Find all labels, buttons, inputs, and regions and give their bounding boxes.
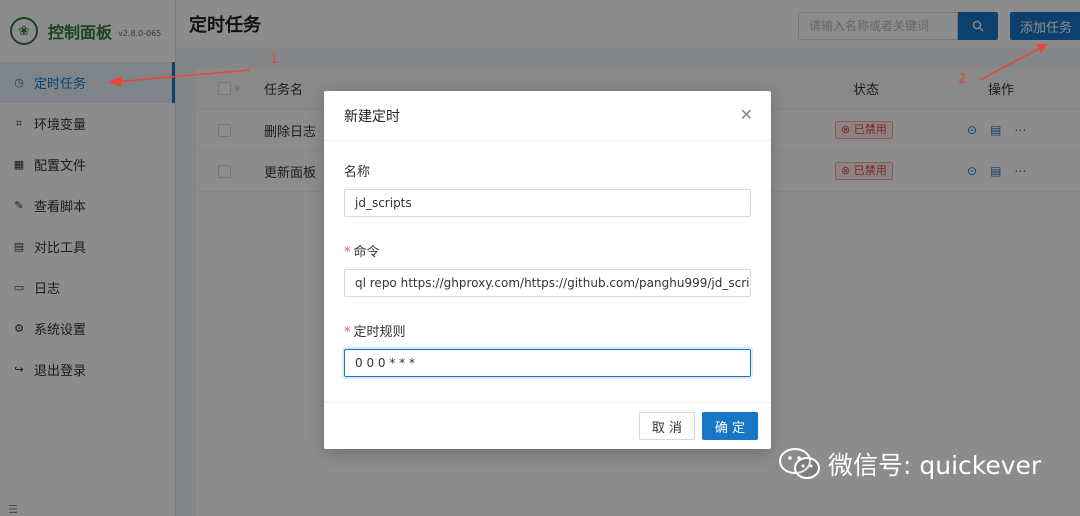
command-label: * 命令 xyxy=(344,245,380,260)
modal-title: 新建定时 xyxy=(344,108,400,125)
schedule-label: * 定时规则 xyxy=(344,325,406,340)
schedule-field[interactable]: 0 0 0 * * * xyxy=(344,349,751,377)
close-icon[interactable]: ✕ xyxy=(740,105,753,124)
watermark-text: 微信号: quickever xyxy=(828,451,1042,480)
new-cron-modal: 新建定时 ✕ 名称 jd_scripts * 命令 ql repo https:/… xyxy=(324,91,771,449)
command-field[interactable]: ql repo https://ghproxy.com/https://gith… xyxy=(344,269,751,297)
cancel-button[interactable]: 取 消 xyxy=(639,412,695,440)
modal-body: 名称 jd_scripts * 命令 ql repo https://ghprox… xyxy=(324,141,771,377)
watermark: 微信号: quickever xyxy=(778,446,1041,482)
modal-footer: 取 消 确 定 xyxy=(324,402,771,449)
modal-header: 新建定时 ✕ xyxy=(324,91,771,141)
wechat-icon xyxy=(779,448,820,479)
confirm-button[interactable]: 确 定 xyxy=(702,412,758,440)
name-field[interactable]: jd_scripts xyxy=(344,189,751,217)
name-label: 名称 xyxy=(344,165,371,180)
